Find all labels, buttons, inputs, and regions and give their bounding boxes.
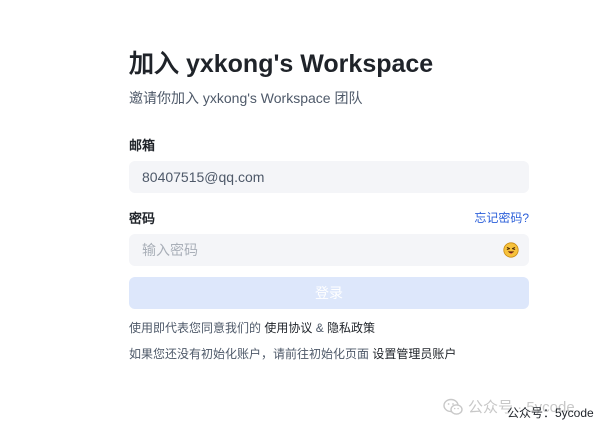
email-label-row: 邮箱: [129, 134, 529, 154]
password-label-row: 密码 忘记密码?: [129, 207, 529, 227]
password-field[interactable]: [142, 242, 503, 258]
privacy-link[interactable]: 隐私政策: [327, 321, 375, 335]
page-subtitle: 邀请你加入 yxkong's Workspace 团队: [129, 90, 363, 106]
page-title: 加入 yxkong's Workspace: [129, 50, 434, 78]
agreement-separator: &: [312, 321, 328, 335]
wechat-icon: [443, 398, 463, 416]
agreement-text: 使用即代表您同意我们的 使用协议 & 隐私政策: [129, 320, 529, 336]
watermark-overlay-text: 公众号：5ycode: [507, 406, 594, 420]
emoji-icon[interactable]: [503, 242, 519, 258]
email-label: 邮箱: [129, 137, 156, 153]
terms-link[interactable]: 使用协议: [264, 321, 312, 335]
login-button[interactable]: 登录: [129, 277, 529, 309]
setup-admin-link[interactable]: 设置管理员账户: [372, 347, 456, 361]
agreement-prefix: 使用即代表您同意我们的: [129, 321, 265, 335]
login-form: 加入 yxkong's Workspace 邀请你加入 yxkong's Wor…: [129, 46, 529, 362]
email-field[interactable]: [142, 169, 519, 185]
page: 加入 yxkong's Workspace 邀请你加入 yxkong's Wor…: [0, 0, 606, 431]
password-label: 密码: [129, 210, 156, 226]
init-note-prefix: 如果您还没有初始化账户，请前往初始化页面: [129, 347, 373, 361]
init-note: 如果您还没有初始化账户，请前往初始化页面 设置管理员账户: [129, 346, 529, 362]
email-field-box[interactable]: [129, 161, 529, 193]
forgot-password-link[interactable]: 忘记密码?: [474, 209, 529, 226]
password-field-box[interactable]: [129, 234, 529, 266]
